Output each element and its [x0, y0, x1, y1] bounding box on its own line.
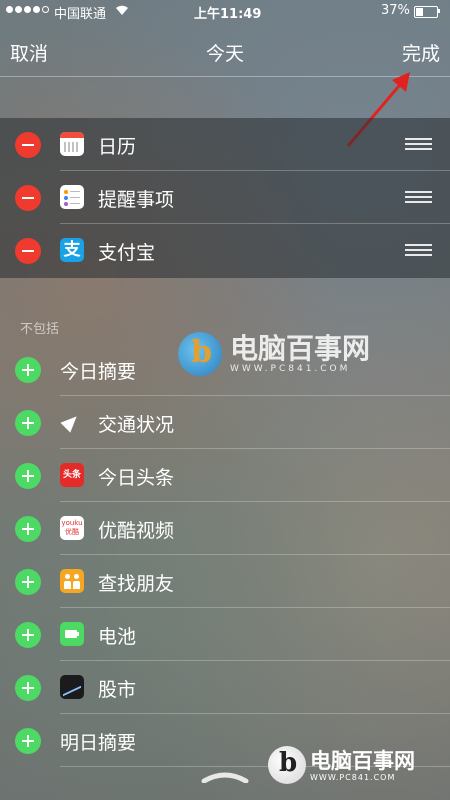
- find-friends-icon: [60, 569, 84, 593]
- navigation-arrow-icon: [60, 410, 84, 434]
- status-bar: 中国联通 上午11:49 37%: [0, 0, 450, 24]
- widget-label: 明日摘要: [60, 732, 137, 754]
- page-title: 今天: [205, 43, 244, 65]
- widget-label: 交通状况: [98, 414, 175, 436]
- carrier-name: 中国联通: [54, 7, 107, 22]
- widget-label: 支付宝: [98, 242, 156, 264]
- battery-icon: [414, 6, 438, 18]
- list-item: youku 优酷 优酷视频: [0, 502, 450, 555]
- included-widgets-list: 日历 提醒事项 支 支付宝: [0, 118, 450, 278]
- reorder-handle-icon[interactable]: [405, 138, 432, 150]
- list-item: 查找朋友: [0, 555, 450, 608]
- watermark-corner: 电脑百事网 WWW.PC841.COM: [268, 746, 415, 784]
- watermark-corner-url: WWW.PC841.COM: [310, 772, 396, 782]
- list-item: 今日摘要: [0, 343, 450, 396]
- widget-label: 今日摘要: [60, 361, 137, 383]
- widget-label: 提醒事项: [98, 189, 175, 211]
- signal-strength-icon: [6, 6, 49, 13]
- list-item: 支 支付宝: [0, 224, 450, 277]
- add-button[interactable]: [15, 516, 41, 542]
- add-button[interactable]: [15, 357, 41, 383]
- widget-label: 查找朋友: [98, 573, 175, 595]
- reorder-handle-icon[interactable]: [405, 244, 432, 256]
- list-item: 头条 今日头条: [0, 449, 450, 502]
- widget-label: 电池: [98, 626, 137, 648]
- add-button[interactable]: [15, 569, 41, 595]
- add-button[interactable]: [15, 410, 41, 436]
- battery-percentage: 37%: [381, 3, 410, 18]
- list-item: 交通状况: [0, 396, 450, 449]
- pull-handle-icon[interactable]: [201, 771, 249, 783]
- widget-label: 今日头条: [98, 467, 175, 489]
- list-item: 提醒事项: [0, 171, 450, 224]
- list-item: 电池: [0, 608, 450, 661]
- calendar-icon: [60, 132, 84, 156]
- watermark-corner-name: 电脑百事网: [310, 748, 415, 773]
- watermark-logo-icon: [268, 746, 306, 784]
- add-button[interactable]: [15, 728, 41, 754]
- wifi-icon: [114, 2, 130, 20]
- battery-tip: [438, 9, 440, 13]
- stocks-icon: [60, 675, 84, 699]
- alipay-icon: 支: [60, 238, 84, 262]
- toutiao-icon: 头条: [60, 463, 84, 487]
- done-button[interactable]: 完成: [402, 39, 440, 66]
- youku-icon: youku 优酷: [60, 516, 84, 540]
- section-header-excluded: 不包括: [20, 322, 60, 337]
- remove-button[interactable]: [15, 132, 41, 158]
- list-item: 股市: [0, 661, 450, 714]
- battery-widget-icon: [60, 622, 84, 646]
- add-button[interactable]: [15, 463, 41, 489]
- add-button[interactable]: [15, 675, 41, 701]
- list-item: 日历: [0, 118, 450, 171]
- reorder-handle-icon[interactable]: [405, 191, 432, 203]
- add-button[interactable]: [15, 622, 41, 648]
- widget-label: 优酷视频: [98, 520, 175, 542]
- remove-button[interactable]: [15, 185, 41, 211]
- widget-label: 日历: [98, 136, 137, 158]
- clock: 上午11:49: [194, 7, 262, 22]
- reminders-icon: [60, 185, 84, 209]
- remove-button[interactable]: [15, 238, 41, 264]
- widget-label: 股市: [98, 679, 137, 701]
